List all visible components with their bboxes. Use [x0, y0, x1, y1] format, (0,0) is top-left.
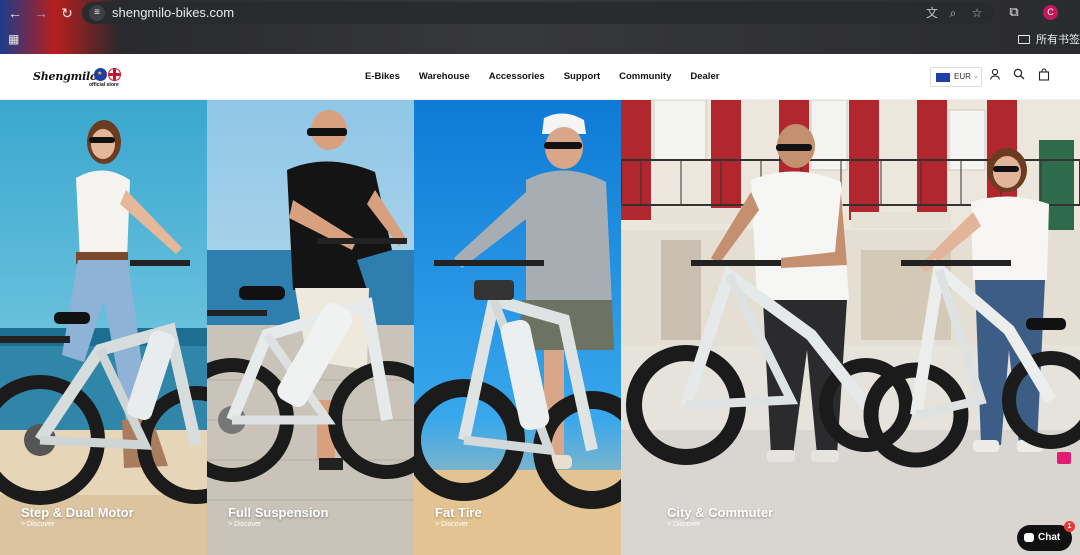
logo-subtitle: official store — [89, 82, 119, 88]
discover-link[interactable]: > Discover — [667, 521, 700, 528]
discover-link[interactable]: > Discover — [21, 521, 54, 528]
forward-icon[interactable]: → — [32, 4, 50, 22]
site-info-icon[interactable]: ≡ — [89, 5, 105, 21]
nav-item-dealer[interactable]: Dealer — [690, 71, 719, 82]
folder-icon — [1018, 35, 1030, 44]
category-panel-full-suspension[interactable]: Full Suspension > Discover — [207, 100, 414, 555]
category-panel-city-commuter[interactable]: City & Commuter > Discover — [621, 100, 1080, 555]
nav-item-warehouse[interactable]: Warehouse — [419, 71, 470, 82]
rider-bike-photo — [207, 100, 414, 555]
site-logo[interactable]: Shengmilo official store — [33, 66, 125, 90]
chat-unread-badge: 1 — [1064, 521, 1075, 532]
all-bookmarks-folder[interactable]: 所有书签 — [1018, 32, 1080, 48]
nav-item-support[interactable]: Support — [564, 71, 600, 82]
account-icon[interactable] — [987, 68, 1003, 84]
category-panel-step-dual-motor[interactable]: Step & Dual Motor > Discover — [0, 100, 207, 555]
bookmark-star-icon[interactable]: ☆ — [969, 5, 985, 21]
chat-bubble-icon — [1024, 533, 1034, 542]
rider-bike-photo — [0, 100, 207, 555]
chevron-down-icon: ⌄ — [973, 73, 979, 80]
panel-title: Step & Dual Motor — [21, 505, 134, 520]
extensions-icon[interactable]: ⧉ — [1006, 4, 1022, 20]
site-header: Shengmilo official store E-Bikes Warehou… — [0, 54, 1080, 100]
discover-link[interactable]: > Discover — [435, 521, 468, 528]
bookmarks-bar: ▦ 所有书签 — [0, 26, 1080, 54]
browser-chrome: ← → ↻ ≡ shengmilo-bikes.com 文 ⌕ ☆ ⧉ C ▦ … — [0, 0, 1080, 54]
address-bar[interactable]: ≡ shengmilo-bikes.com 文 ⌕ ☆ — [82, 2, 994, 24]
panel-title: Full Suspension — [228, 505, 329, 520]
browser-toolbar: ← → ↻ ≡ shengmilo-bikes.com 文 ⌕ ☆ ⧉ C — [0, 0, 1080, 26]
riders-street-photo — [621, 100, 1080, 555]
logo-wordmark: Shengmilo — [33, 70, 98, 83]
search-icon[interactable] — [1011, 68, 1027, 84]
nav-item-accessories[interactable]: Accessories — [489, 71, 545, 82]
main-nav: E-Bikes Warehouse Accessories Support Co… — [365, 71, 738, 82]
bookmark-folder-label: 所有书签 — [1036, 34, 1080, 46]
panel-title: City & Commuter — [667, 505, 774, 520]
reload-icon[interactable]: ↻ — [58, 4, 76, 22]
chat-button[interactable]: Chat 1 — [1017, 521, 1075, 551]
translate-icon[interactable]: 文 — [924, 5, 940, 21]
uk-flag-icon — [108, 68, 121, 81]
nav-item-e-bikes[interactable]: E-Bikes — [365, 71, 400, 82]
apps-grid-icon[interactable]: ▦ — [8, 33, 20, 45]
currency-selector[interactable]: EUR ⌄ — [930, 67, 982, 87]
cart-icon[interactable] — [1036, 68, 1052, 84]
profile-avatar[interactable]: C — [1043, 5, 1058, 20]
chat-label: Chat — [1038, 532, 1061, 543]
category-panel-fat-tire[interactable]: Fat Tire > Discover — [414, 100, 621, 555]
side-widget-tab[interactable] — [1057, 452, 1071, 464]
url-text[interactable]: shengmilo-bikes.com — [112, 5, 234, 21]
back-icon[interactable]: ← — [6, 4, 24, 22]
zoom-icon[interactable]: ⌕ — [945, 5, 961, 21]
discover-link[interactable]: > Discover — [228, 521, 261, 528]
rider-bike-photo — [414, 100, 621, 555]
panel-title: Fat Tire — [435, 505, 482, 520]
eu-flag-icon — [936, 73, 950, 82]
nav-item-community[interactable]: Community — [619, 71, 671, 82]
hero-category-grid: Step & Dual Motor > Discover Full Suspen… — [0, 100, 1080, 555]
eu-flag-icon — [94, 68, 107, 81]
currency-label: EUR — [954, 72, 971, 81]
